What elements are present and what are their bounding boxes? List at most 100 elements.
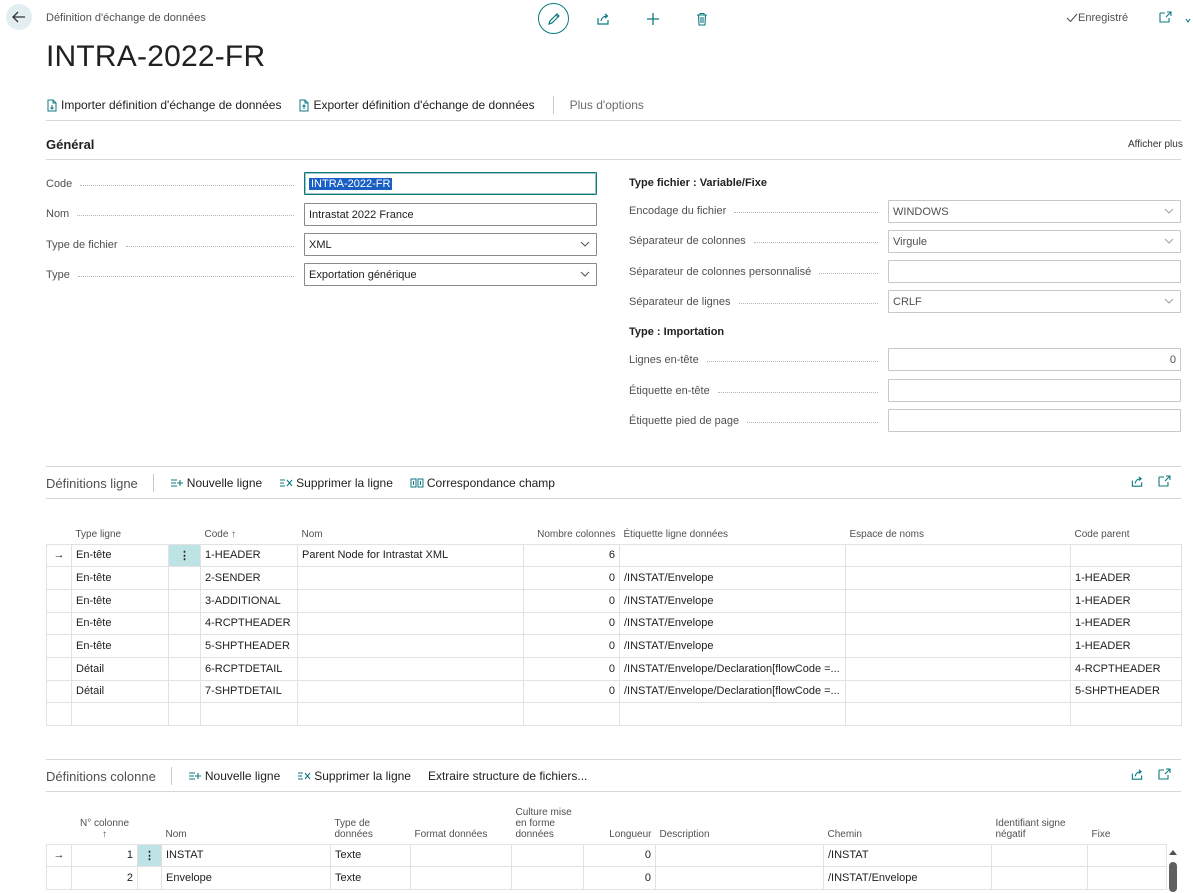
cell-name[interactable]: INSTAT [161,843,331,868]
share-icon[interactable] [1130,475,1144,488]
cell-name[interactable] [297,634,524,658]
field-mapping-button[interactable]: Correspondance champ [410,476,555,490]
col-header-column-count[interactable]: Nombre colonnes [524,520,620,544]
col-header-fixed[interactable]: Fixe [1088,800,1167,844]
col-header-culture[interactable]: Culture mise en forme données [512,800,584,844]
type-select[interactable]: Exportation générique [304,263,597,286]
col-header-name[interactable]: Nom [162,800,331,844]
cell-column-count[interactable]: 0 [523,566,620,590]
cell-data-line-tag[interactable] [619,543,846,568]
more-options-button[interactable]: Plus d'options [570,98,644,112]
scrollbar-thumb[interactable] [1169,862,1177,892]
cell-negative-sign[interactable] [991,866,1088,890]
cell-name[interactable]: Parent Node for Intrastat XML [297,543,524,568]
cell-namespace[interactable] [845,656,1071,681]
cell-code[interactable]: 2-SENDER [200,566,298,590]
cell-parent-code[interactable]: 1-HEADER [1070,611,1182,636]
table-row[interactable]: → En-tête ⋮ 1-HEADER Parent Node for Int… [46,543,1182,568]
cell-line-type[interactable]: En-tête [71,566,169,590]
cell-culture[interactable] [511,866,584,890]
line-delete-button[interactable]: Supprimer la ligne [279,476,393,490]
cell-name[interactable] [297,679,524,704]
cell-column-count[interactable]: 0 [523,634,620,658]
cell-parent-code[interactable]: 1-HEADER [1070,588,1182,613]
open-new-window-button[interactable] [1159,11,1172,26]
col-delete-button[interactable]: Supprimer la ligne [297,769,411,783]
code-field[interactable]: INTRA-2022-FR [304,172,597,195]
cell-code[interactable]: 1-HEADER [200,543,298,568]
col-header-line-type[interactable]: Type ligne [72,520,169,544]
cell-data-type[interactable]: Texte [330,843,411,868]
cell-parent-code[interactable]: 4-RCPTHEADER [1070,656,1182,681]
more-vertical-icon[interactable]: ⋮ [168,543,201,568]
cell-column-count[interactable]: 6 [523,543,620,568]
more-vertical-icon[interactable]: ⋮ [137,843,162,868]
col-defs-title[interactable]: Définitions colonne [46,769,156,784]
column-separator-select[interactable]: Virgule [888,230,1181,253]
cell-code[interactable]: 5-SHPTHEADER [200,634,298,658]
cell-code[interactable]: 4-RCPTHEADER [200,611,298,636]
cell-parent-code[interactable]: 1-HEADER [1070,566,1182,590]
cell-description[interactable] [655,866,824,890]
cell-column-count[interactable]: 0 [523,611,620,636]
edit-button[interactable] [538,3,569,34]
col-header-description[interactable]: Description [656,800,824,844]
col-header-path[interactable]: Chemin [824,800,992,844]
cell-length[interactable]: 0 [583,866,656,890]
col-header-data-format[interactable]: Format données [411,800,512,844]
table-row[interactable]: 2 Envelope Texte 0 /INSTAT/Envelope [46,866,1167,890]
share-icon[interactable] [1130,768,1144,781]
header-tag-field[interactable] [888,379,1181,402]
line-new-button[interactable]: Nouvelle ligne [170,476,262,490]
expand-icon[interactable] [1158,768,1171,780]
table-row[interactable]: En-tête 3-ADDITIONAL 0 /INSTAT/Envelope … [46,588,1182,613]
cell-line-type[interactable]: Détail [71,679,169,704]
export-definition-button[interactable]: Exporter définition d'échange de données [298,98,535,112]
cell-code[interactable]: 7-SHPTDETAIL [200,679,298,704]
cell-line-type[interactable]: En-tête [71,588,169,613]
cell-name[interactable]: Envelope [161,866,331,890]
cell-code[interactable]: 6-RCPTDETAIL [200,656,298,681]
cell-data-format[interactable] [410,843,512,868]
general-section-title[interactable]: Général [46,137,94,152]
cell-namespace[interactable] [845,566,1071,590]
show-more-link[interactable]: Afficher plus [1128,139,1183,150]
cell-name[interactable] [297,611,524,636]
col-header-negative-sign[interactable]: Identifiant signe négatif [992,800,1088,844]
cell-name[interactable] [297,656,524,681]
cell-column-count[interactable]: 0 [523,588,620,613]
table-row[interactable]: En-tête 5-SHPTHEADER 0 /INSTAT/Envelope … [46,634,1182,658]
cell-data-line-tag[interactable]: /INSTAT/Envelope/Declaration[flowCode =.… [619,679,846,704]
cell-column-number[interactable]: 2 [71,866,138,890]
file-type-select[interactable]: XML [304,233,597,256]
cell-data-format[interactable] [410,866,512,890]
cell-name[interactable] [297,566,524,590]
extract-structure-button[interactable]: Extraire structure de fichiers... [428,769,587,783]
cell-data-line-tag[interactable]: /INSTAT/Envelope [619,566,846,590]
cell-parent-code[interactable]: 5-SHPTHEADER [1070,679,1182,704]
cell-line-type[interactable]: En-tête [71,611,169,636]
table-row-empty[interactable] [46,702,1182,726]
expand-icon[interactable] [1158,475,1171,487]
cell-column-number[interactable]: 1 [71,843,138,868]
cell-data-line-tag[interactable]: /INSTAT/Envelope [619,634,846,658]
cell-column-count[interactable]: 0 [523,656,620,681]
line-separator-select[interactable]: CRLF [888,290,1181,313]
header-lines-field[interactable]: 0 [888,348,1181,371]
cell-path[interactable]: /INSTAT [823,843,992,868]
cell-code[interactable]: 3-ADDITIONAL [200,588,298,613]
scroll-up-icon[interactable] [1168,848,1178,856]
table-row[interactable]: En-tête 2-SENDER 0 /INSTAT/Envelope 1-HE… [46,566,1182,590]
cell-namespace[interactable] [845,611,1071,636]
cell-path[interactable]: /INSTAT/Envelope [823,866,992,890]
table-row[interactable]: → 1 ⋮ INSTAT Texte 0 /INSTAT [46,843,1167,868]
cell-data-line-tag[interactable]: /INSTAT/Envelope/Declaration[flowCode =.… [619,656,846,681]
table-row[interactable]: En-tête 4-RCPTHEADER 0 /INSTAT/Envelope … [46,611,1182,636]
encoding-select[interactable]: WINDOWS [888,200,1181,223]
col-header-data-type[interactable]: Type de données [331,800,411,844]
cell-name[interactable] [297,588,524,613]
cell-line-type[interactable]: En-tête [71,543,169,568]
cell-data-line-tag[interactable]: /INSTAT/Envelope [619,611,846,636]
add-button[interactable] [640,6,666,32]
col-header-name[interactable]: Nom [298,520,524,544]
